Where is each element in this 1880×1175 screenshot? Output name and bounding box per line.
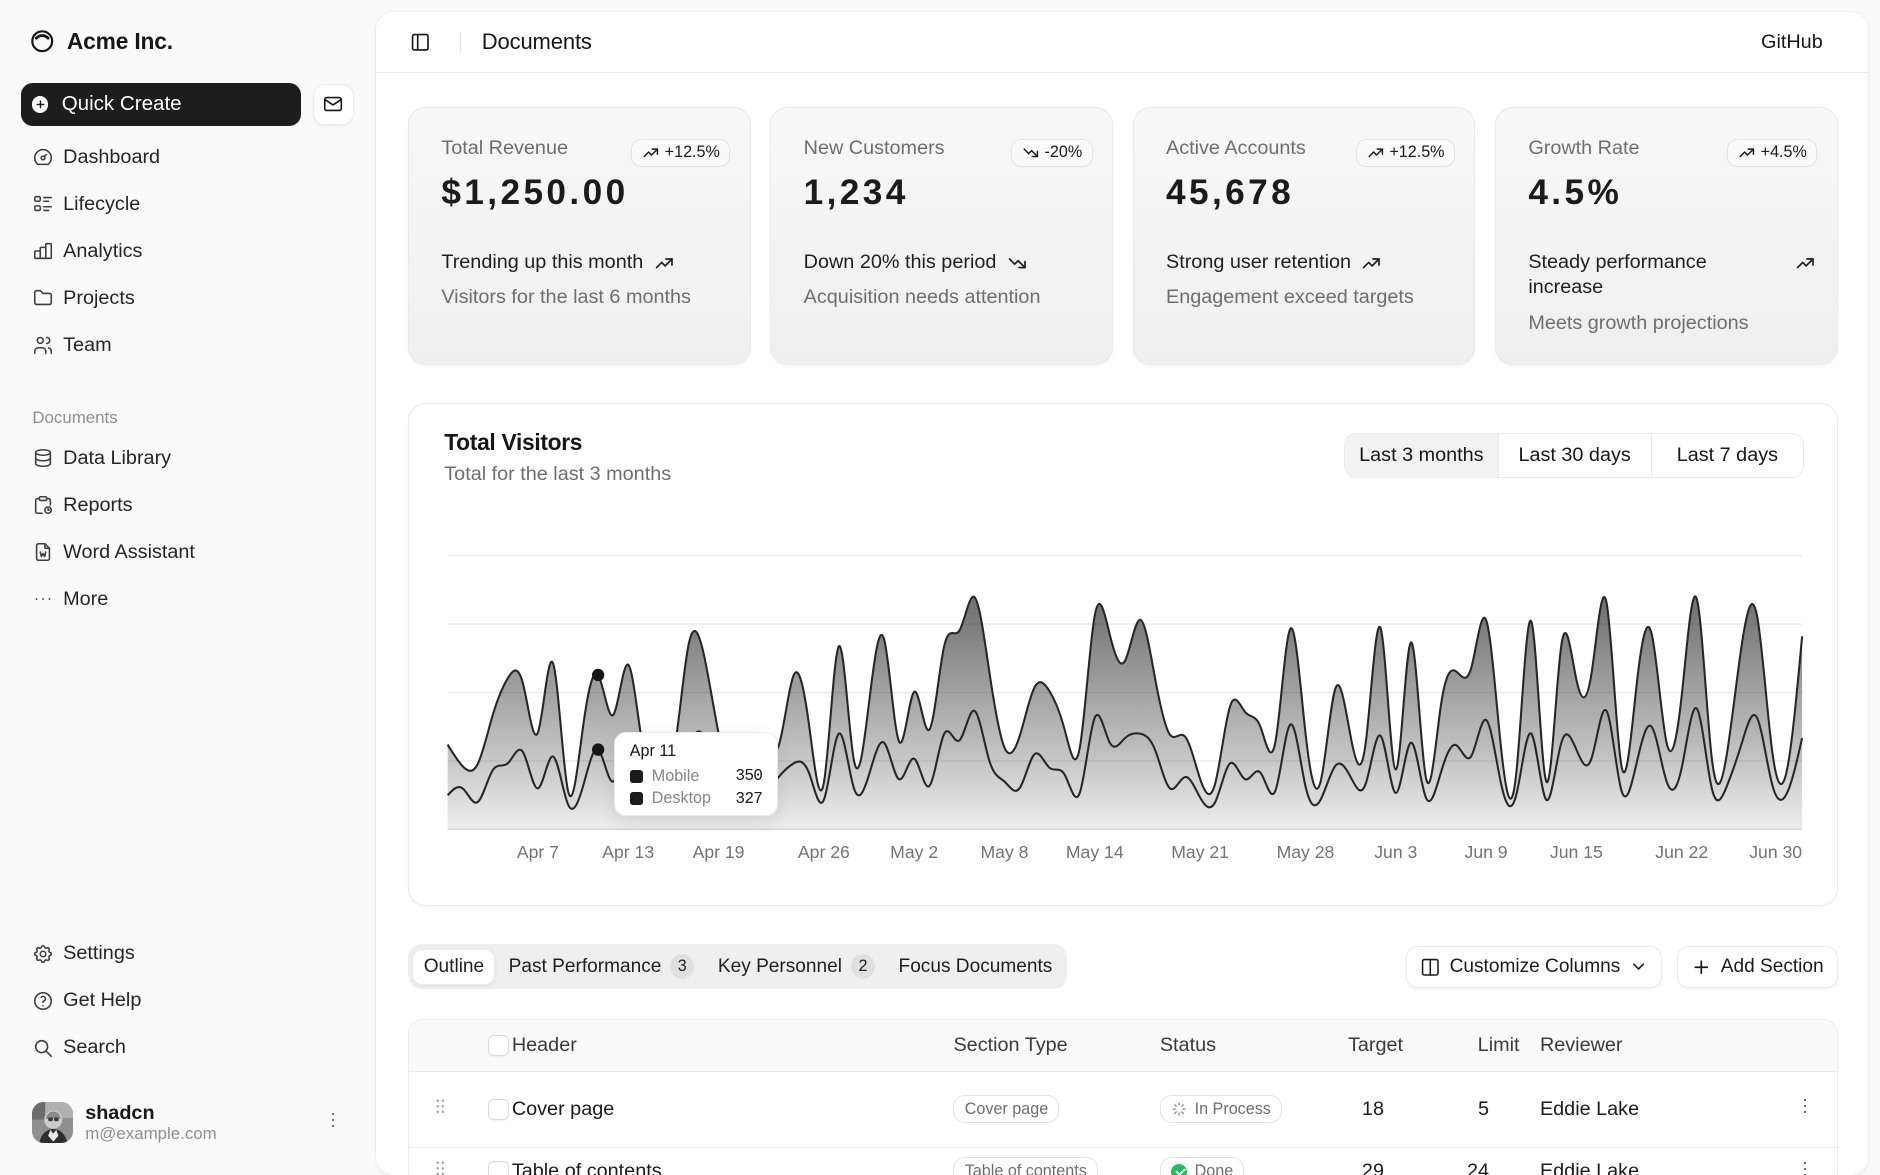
svg-text:Jun 3: Jun 3	[1374, 842, 1417, 862]
svg-text:May 8: May 8	[981, 842, 1029, 862]
svg-text:Jun 15: Jun 15	[1550, 842, 1603, 862]
svg-text:May 14: May 14	[1066, 842, 1124, 862]
svg-text:May 21: May 21	[1171, 842, 1229, 862]
svg-text:Apr 19: Apr 19	[693, 842, 745, 862]
svg-text:Jun 22: Jun 22	[1655, 842, 1708, 862]
svg-text:May 2: May 2	[890, 842, 938, 862]
svg-text:Apr 13: Apr 13	[602, 842, 654, 862]
svg-text:Apr 26: Apr 26	[798, 842, 850, 862]
svg-text:Apr 7: Apr 7	[517, 842, 559, 862]
svg-text:Jun 9: Jun 9	[1465, 842, 1508, 862]
svg-text:Jun 30: Jun 30	[1749, 842, 1802, 862]
svg-text:May 28: May 28	[1277, 842, 1335, 862]
